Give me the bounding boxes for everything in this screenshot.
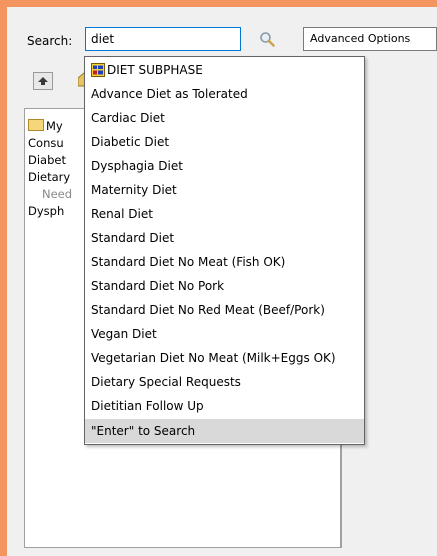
suggestion-item[interactable]: Dietary Special Requests (85, 370, 364, 394)
suggestion-item[interactable]: Advance Diet as Tolerated (85, 82, 364, 106)
folder-up-button[interactable] (33, 72, 53, 90)
tree-item-need[interactable]: Need (42, 187, 72, 201)
suggestion-item[interactable]: Cardiac Diet (85, 106, 364, 130)
search-label: Search: (27, 34, 73, 48)
search-suggestions-dropdown: DIET SUBPHASE Advance Diet as Tolerated … (84, 56, 365, 445)
suggestion-diet-subphase[interactable]: DIET SUBPHASE (85, 58, 364, 82)
search-button[interactable] (256, 29, 278, 49)
suggestion-item[interactable]: Dietitian Follow Up (85, 394, 364, 418)
tree-item-diabetic[interactable]: Diabet (28, 153, 66, 167)
suggestion-item[interactable]: Maternity Diet (85, 178, 364, 202)
suggestion-item[interactable]: Vegetarian Diet No Meat (Milk+Eggs OK) (85, 346, 364, 370)
suggestion-item[interactable]: Vegan Diet (85, 322, 364, 346)
folder-icon (28, 119, 44, 131)
window-frame-top (0, 0, 437, 7)
suggestion-item[interactable]: Standard Diet No Red Meat (Beef/Pork) (85, 298, 364, 322)
search-input[interactable] (85, 27, 241, 51)
suggestion-item[interactable]: Standard Diet (85, 226, 364, 250)
subphase-icon (91, 63, 105, 77)
enter-to-search-item[interactable]: "Enter" to Search (85, 419, 364, 443)
tree-item-dietary[interactable]: Dietary (28, 170, 70, 184)
suggestion-item[interactable]: Diabetic Diet (85, 130, 364, 154)
suggestion-item[interactable]: Dysphagia Diet (85, 154, 364, 178)
tree-item-consult[interactable]: Consu (28, 136, 64, 150)
suggestion-item[interactable]: Standard Diet No Pork (85, 274, 364, 298)
advanced-options-dropdown[interactable]: Advanced Options (303, 27, 437, 51)
magnifier-icon (260, 32, 275, 47)
tree-item-dysphagia[interactable]: Dysph (28, 204, 64, 218)
up-arrow-icon (38, 77, 48, 85)
suggestion-item[interactable]: Renal Diet (85, 202, 364, 226)
window-frame-left (0, 0, 7, 556)
suggestion-item[interactable]: Standard Diet No Meat (Fish OK) (85, 250, 364, 274)
tree-item-my[interactable]: My (28, 119, 63, 133)
